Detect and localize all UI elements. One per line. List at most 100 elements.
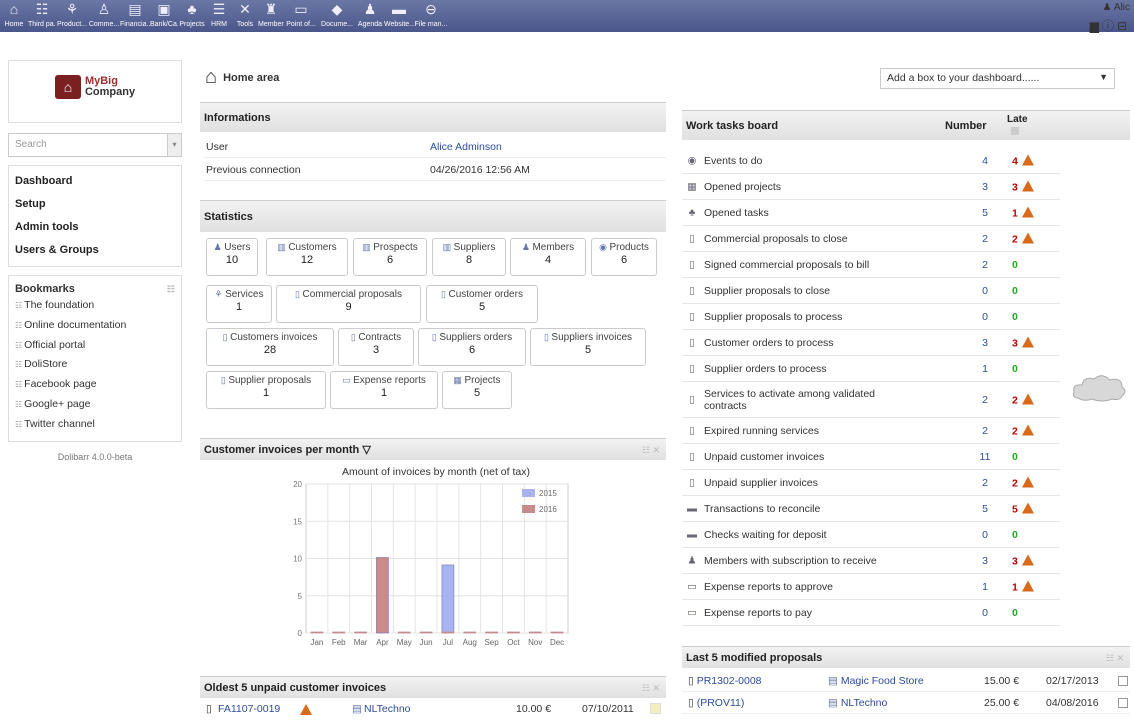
menu-dashboard[interactable]: Dashboard — [15, 170, 175, 193]
work-number[interactable]: 0 — [965, 285, 1005, 297]
stat-contracts[interactable]: ▯ Contracts 3 — [338, 328, 414, 366]
work-label[interactable]: Expense reports to approve — [704, 581, 914, 593]
work-number[interactable]: 2 — [965, 477, 1005, 489]
menu-product[interactable]: ⚘ Product... — [56, 0, 88, 32]
work-label[interactable]: Customer orders to process — [704, 337, 914, 349]
bookmark-item[interactable]: ☷ DoliStore — [15, 355, 175, 375]
work-number[interactable]: 0 — [965, 607, 1005, 619]
work-number[interactable]: 5 — [965, 207, 1005, 219]
stat-suppliers[interactable]: ▥ Suppliers 8 — [432, 238, 506, 276]
work-number[interactable]: 5 — [965, 503, 1005, 515]
work-number[interactable]: 0 — [965, 529, 1005, 541]
work-number[interactable]: 2 — [965, 259, 1005, 271]
menu-documents[interactable]: ◆ Docume... — [318, 0, 356, 32]
help-icon[interactable]: ⓘ — [1102, 19, 1117, 33]
work-number[interactable]: 3 — [965, 181, 1005, 193]
menu-projects[interactable]: ♣ Projects — [178, 0, 206, 32]
work-label[interactable]: Supplier orders to process — [704, 363, 914, 375]
user-name[interactable]: ♟ Alic — [1103, 2, 1130, 13]
work-label[interactable]: Members with subscription to receive — [704, 555, 914, 567]
stat-prospects[interactable]: ▥ Prospects 6 — [353, 238, 427, 276]
menu-members[interactable]: ♜ Member... — [258, 0, 284, 32]
proposal-status-checkbox[interactable] — [1118, 698, 1128, 708]
work-label[interactable]: Transactions to reconcile — [704, 503, 914, 515]
stat-supplier-proposals[interactable]: ▯ Supplier proposals 1 — [206, 371, 326, 409]
stat-projects[interactable]: ▦ Projects 5 — [442, 371, 512, 409]
box-controls[interactable]: ☷ ✕ — [1106, 647, 1124, 669]
user-link[interactable]: Alice Adminson — [430, 136, 502, 158]
bookmark-item[interactable]: ☷ Online documentation — [15, 316, 175, 336]
work-label[interactable]: Expired running services — [704, 425, 914, 437]
work-label[interactable]: Supplier proposals to process — [704, 311, 914, 323]
bookmark-item[interactable]: ☷ The foundation — [15, 296, 175, 316]
chevron-down-icon[interactable]: ▾ — [167, 134, 181, 156]
menu-home[interactable]: ⌂ Home — [2, 0, 26, 32]
menu-pos[interactable]: ▭ Point of... — [284, 0, 318, 32]
company-link[interactable]: Magic Food Store — [841, 675, 924, 687]
stat-members[interactable]: ♟ Members 4 — [510, 238, 586, 276]
bookmark-item[interactable]: ☷ Official portal — [15, 336, 175, 356]
stat-commercial-proposals[interactable]: ▯ Commercial proposals 9 — [276, 285, 421, 323]
proposal-ref-link[interactable]: (PROV11) — [697, 697, 745, 709]
work-number[interactable]: 2 — [965, 425, 1005, 437]
company-logo[interactable]: ⌂ MyBig Company — [8, 60, 182, 123]
menu-tools[interactable]: ✕ Tools — [232, 0, 258, 32]
add-box-select[interactable]: Add a box to your dashboard...... ▼ — [880, 68, 1115, 89]
stat-suppliers-invoices[interactable]: ▯ Suppliers invoices 5 — [530, 328, 646, 366]
work-label[interactable]: Commercial proposals to close — [704, 233, 914, 245]
work-label[interactable]: Events to do — [704, 155, 914, 167]
bookmark-item[interactable]: ☷ Google+ page — [15, 395, 175, 415]
work-number[interactable]: 11 — [965, 451, 1005, 463]
work-number[interactable]: 3 — [965, 337, 1005, 349]
proposal-ref-link[interactable]: PR1302-0008 — [697, 675, 762, 687]
work-label[interactable]: Supplier proposals to close — [704, 285, 914, 297]
stat-customers-invoices[interactable]: ▯ Customers invoices 28 — [206, 328, 334, 366]
stat-customer-orders[interactable]: ▯ Customer orders 5 — [426, 285, 538, 323]
filter-icon[interactable]: ▽ — [362, 444, 370, 456]
work-label[interactable]: Expense reports to pay — [704, 607, 914, 619]
search-input[interactable]: Search ▾ — [8, 133, 182, 157]
print-icon[interactable]: ▆ — [1090, 19, 1102, 33]
work-label[interactable]: Services to activate among validated con… — [704, 388, 914, 412]
work-number[interactable]: 2 — [965, 233, 1005, 245]
menu-users-groups[interactable]: Users & Groups — [15, 239, 175, 262]
logout-icon[interactable]: ⊟ — [1117, 19, 1130, 33]
work-number[interactable]: 2 — [965, 394, 1005, 406]
work-row: ▭ Expense reports to pay 0 0 — [682, 600, 1060, 626]
menu-bank[interactable]: ▣ Bank/Ca... — [150, 0, 178, 32]
menu-commercial[interactable]: ♙ Comme... — [88, 0, 120, 32]
bookmark-item[interactable]: ☷ Facebook page — [15, 375, 175, 395]
work-label[interactable]: Opened tasks — [704, 207, 914, 219]
work-label[interactable]: Unpaid customer invoices — [704, 451, 914, 463]
menu-admin-tools[interactable]: Admin tools — [15, 216, 175, 239]
work-label[interactable]: Checks waiting for deposit — [704, 529, 914, 541]
work-label[interactable]: Opened projects — [704, 181, 914, 193]
work-number[interactable]: 0 — [965, 311, 1005, 323]
invoice-ref-link[interactable]: FA1107-0019 — [218, 698, 280, 720]
stat-services[interactable]: ⚘ Services 1 — [206, 285, 272, 323]
menu-setup[interactable]: Setup — [15, 193, 175, 216]
bookmark-item[interactable]: ☷ Twitter channel — [15, 415, 175, 435]
stat-customers[interactable]: ▥ Customers 12 — [266, 238, 348, 276]
box-controls[interactable]: ☷ ✕ — [642, 677, 660, 699]
company-link[interactable]: NLTechno — [364, 698, 411, 720]
stat-suppliers-orders[interactable]: ▯ Suppliers orders 6 — [418, 328, 526, 366]
menu-hrm[interactable]: ☰ HRM — [206, 0, 232, 32]
stat-expense-reports[interactable]: ▭ Expense reports 1 — [330, 371, 438, 409]
work-number[interactable]: 1 — [965, 363, 1005, 375]
work-label[interactable]: Signed commercial proposals to bill — [704, 259, 914, 271]
stat-users[interactable]: ♟ Users 10 — [206, 238, 258, 276]
company-link[interactable]: NLTechno — [841, 697, 888, 709]
bookmarks-menu-icon[interactable]: ☷ — [167, 282, 175, 296]
menu-file-manager[interactable]: ⊖ File man... — [414, 0, 448, 32]
menu-agenda[interactable]: ♟ Agenda — [356, 0, 384, 32]
proposal-status-checkbox[interactable] — [1118, 676, 1128, 686]
stat-products[interactable]: ◉ Products 6 — [591, 238, 657, 276]
work-label[interactable]: Unpaid supplier invoices — [704, 477, 914, 489]
menu-third-party[interactable]: ☷ Third pa... — [28, 0, 56, 32]
work-number[interactable]: 3 — [965, 555, 1005, 567]
menu-financial[interactable]: ▤ Financia... — [120, 0, 150, 32]
menu-website[interactable]: ▬ Website... — [384, 0, 414, 32]
work-number[interactable]: 1 — [965, 581, 1005, 593]
work-number[interactable]: 4 — [965, 155, 1005, 167]
